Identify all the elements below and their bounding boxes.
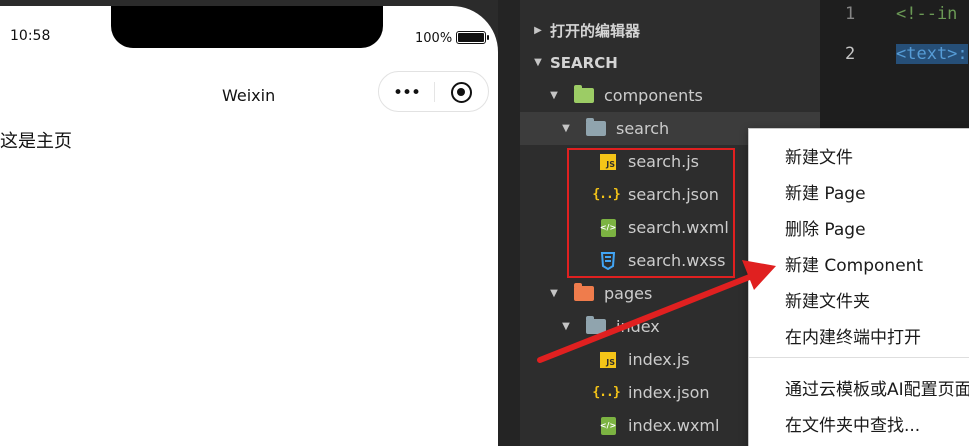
json-file-icon: {..} [592, 385, 620, 400]
code-line-2[interactable]: <text>: [896, 44, 968, 64]
capsule-divider [434, 82, 435, 102]
context-menu: 新建文件 新建 Page 删除 Page 新建 Component 新建文件夹 … [748, 128, 969, 446]
menu-item-cloud-template[interactable]: 通过云模板或AI配置页面 [785, 375, 969, 400]
tree-item-components[interactable]: ▼ components [520, 79, 820, 112]
components-folder-icon [574, 85, 594, 105]
close-miniprogram-icon[interactable] [451, 82, 472, 103]
wxml-file-icon: </> [598, 416, 618, 435]
battery-icon [456, 31, 489, 44]
menu-separator [749, 357, 969, 358]
pages-folder-icon [574, 283, 594, 303]
tree-item-label: components [604, 86, 703, 105]
line-number: 1 [845, 4, 856, 24]
tree-item-label: search [616, 119, 670, 138]
page-text: 这是主页 [0, 131, 72, 152]
phone-simulator: 10:58 100% Weixin ••• 这是主页 [0, 6, 498, 446]
screenshot-stage: 10:58 100% Weixin ••• 这是主页 ▶ 打开的编辑器 ▼ SE… [0, 0, 969, 446]
chevron-down-icon: ▼ [562, 321, 570, 332]
code-line-1[interactable]: <!--in [896, 4, 957, 24]
status-time: 10:58 [10, 28, 51, 44]
folder-icon [586, 316, 606, 336]
line-number: 2 [845, 44, 856, 64]
chevron-right-icon: ▶ [534, 25, 542, 36]
tree-item-label: index.wxml [628, 416, 720, 435]
tree-item-label: pages [604, 284, 653, 303]
chevron-down-icon: ▼ [550, 288, 558, 299]
capsule-menu: ••• [378, 71, 489, 112]
menu-item-find-in-folder[interactable]: 在文件夹中查找... [785, 411, 920, 436]
project-section-header[interactable]: ▼ SEARCH [520, 46, 820, 79]
phone-notch [111, 6, 383, 48]
battery-fill [458, 33, 484, 42]
menu-item-open-in-terminal[interactable]: 在内建终端中打开 [785, 323, 921, 348]
chevron-down-icon: ▼ [562, 123, 570, 134]
open-editors-header[interactable]: ▶ 打开的编辑器 [520, 14, 820, 47]
more-dots-icon[interactable]: ••• [393, 83, 421, 103]
menu-item-new-folder[interactable]: 新建文件夹 [785, 287, 870, 312]
simulator-divider [498, 0, 520, 446]
js-file-icon: JS [598, 351, 618, 369]
menu-item-delete-page[interactable]: 删除 Page [785, 215, 866, 240]
annotation-highlight-box [567, 148, 735, 278]
project-section-label: SEARCH [550, 53, 618, 72]
tree-item-label: index.json [628, 383, 710, 402]
battery-percentage: 100% [415, 31, 453, 46]
nav-title: Weixin [222, 86, 276, 105]
chevron-down-icon: ▼ [534, 57, 542, 68]
folder-icon [586, 118, 606, 138]
tree-item-label: index.js [628, 350, 690, 369]
menu-item-new-file[interactable]: 新建文件 [785, 143, 853, 168]
menu-item-new-page[interactable]: 新建 Page [785, 179, 866, 204]
chevron-down-icon: ▼ [550, 90, 558, 101]
menu-item-new-component[interactable]: 新建 Component [785, 251, 923, 276]
tree-item-label: index [616, 317, 660, 336]
open-editors-label: 打开的编辑器 [550, 22, 641, 40]
